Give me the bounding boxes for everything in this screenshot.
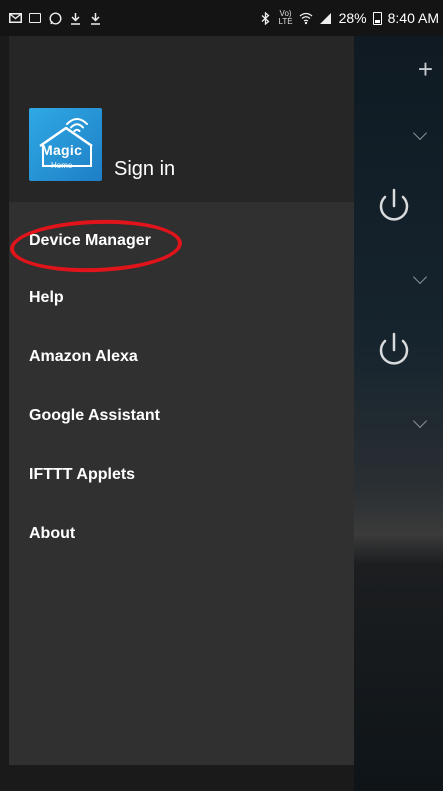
- volte-indicator: Vo) LTE: [278, 9, 293, 26]
- power-icon[interactable]: [374, 330, 414, 370]
- mail-icon: [8, 11, 22, 25]
- bluetooth-icon: [259, 11, 273, 25]
- wifi-icon: [299, 11, 313, 25]
- whatsapp-icon: [48, 11, 62, 25]
- clock: 8:40 AM: [387, 10, 439, 26]
- drawer-header: Magic Home Sign in: [9, 36, 354, 202]
- signal-icon: [319, 11, 333, 25]
- download-icon: [88, 11, 102, 25]
- battery-icon: [372, 11, 382, 25]
- notification-icon: [28, 11, 42, 25]
- status-bar: Vo) LTE 28% 8:40 AM: [0, 0, 443, 36]
- power-icon[interactable]: [374, 186, 414, 226]
- chevron-down-icon[interactable]: [412, 269, 428, 285]
- background-app: +: [354, 36, 443, 791]
- logo-sub-text: Home: [51, 161, 73, 170]
- chevron-down-icon[interactable]: [412, 413, 428, 429]
- battery-percent: 28%: [338, 10, 367, 26]
- menu-item-google-assistant[interactable]: Google Assistant: [9, 379, 354, 438]
- status-left-icons: [8, 11, 102, 25]
- chevron-down-icon[interactable]: [412, 125, 428, 141]
- menu-item-amazon-alexa[interactable]: Amazon Alexa: [9, 320, 354, 379]
- menu-item-about[interactable]: About: [9, 497, 354, 556]
- sign-in-link[interactable]: Sign in: [114, 158, 175, 181]
- download-icon: [68, 11, 82, 25]
- add-device-button[interactable]: +: [418, 54, 433, 85]
- menu-item-ifttt-applets[interactable]: IFTTT Applets: [9, 438, 354, 497]
- logo-brand-text: Magic: [41, 142, 83, 158]
- status-right-icons: Vo) LTE 28% 8:40 AM: [259, 10, 439, 26]
- navigation-drawer: Magic Home Sign in Device Manager Help A…: [9, 36, 354, 765]
- magic-home-logo: Magic Home: [29, 108, 102, 181]
